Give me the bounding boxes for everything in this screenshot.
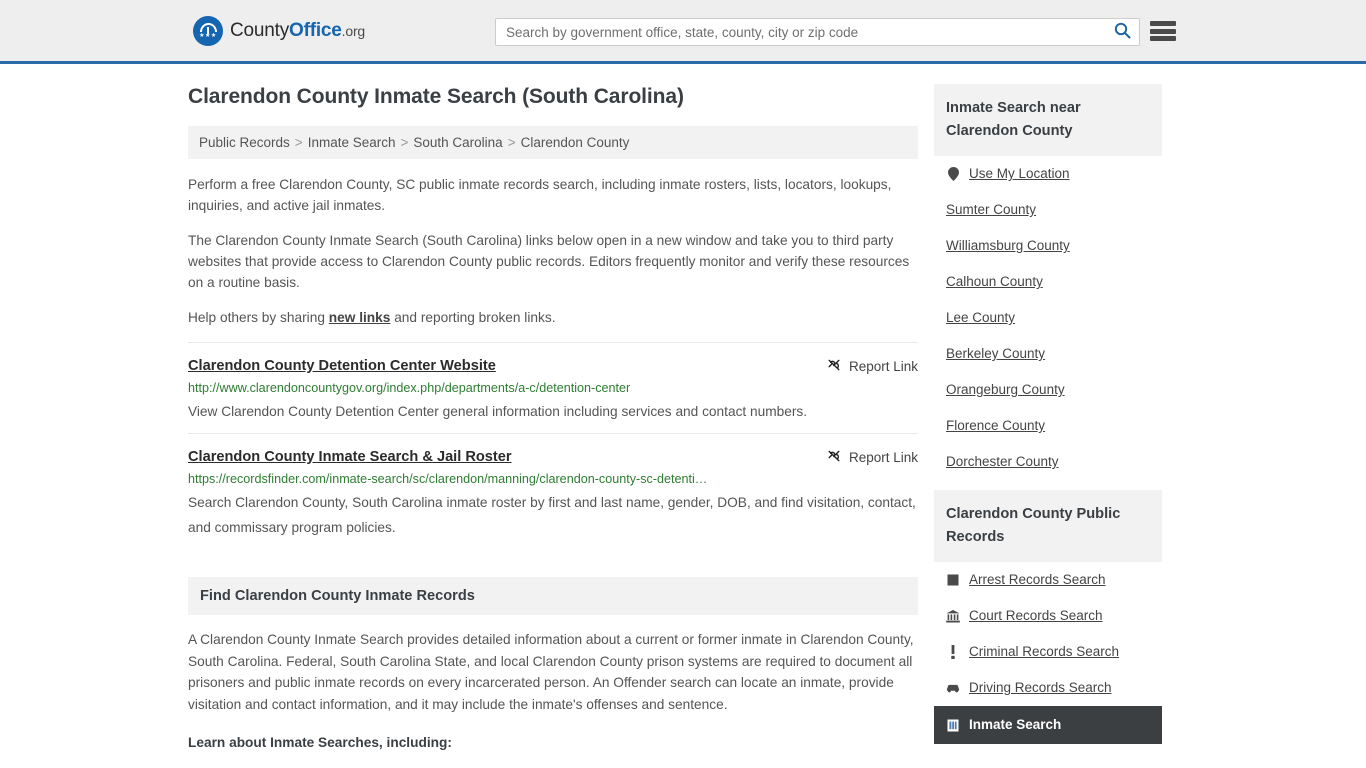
- search-button[interactable]: [1105, 19, 1139, 45]
- page-title: Clarendon County Inmate Search (South Ca…: [188, 85, 684, 108]
- sidebar-link[interactable]: Calhoun County: [946, 272, 1043, 292]
- sidebar-near-heading: Inmate Search near Clarendon County: [934, 84, 1162, 156]
- page-body: Clarendon County Inmate Search (South Ca…: [0, 64, 1366, 768]
- report-link-button[interactable]: Report Link: [826, 356, 918, 376]
- sidebar-near-box: Inmate Search near Clarendon County Use …: [934, 84, 1162, 480]
- learn-about-heading: Learn about Inmate Searches, including:: [188, 735, 452, 750]
- sidebar-link[interactable]: Driving Records Search: [969, 678, 1112, 698]
- sidebar-item-inmate-search[interactable]: Inmate Search: [934, 706, 1162, 744]
- report-link-label: Report Link: [848, 359, 918, 374]
- sidebar-item-calhoun-county[interactable]: Calhoun County: [934, 264, 1162, 300]
- share-text-before: Help others by sharing: [188, 310, 329, 325]
- search-bar: [495, 18, 1140, 46]
- breadcrumb-item-1[interactable]: Inmate Search: [308, 135, 396, 150]
- result-item: Clarendon County Detention Center Websit…: [188, 342, 918, 433]
- main-content: Clarendon County Inmate Search (South Ca…: [188, 84, 918, 768]
- sidebar-link[interactable]: Court Records Search: [969, 606, 1103, 626]
- eagle-shield-icon: ★★★: [193, 15, 223, 46]
- car-icon: [946, 681, 960, 696]
- breadcrumb-item-2[interactable]: South Carolina: [413, 135, 502, 150]
- map-pin-icon: [946, 167, 960, 182]
- result-url: https://recordsfinder.com/inmate-search/…: [188, 472, 708, 486]
- sidebar-public-records-box: Clarendon County Public Records Arrest R…: [934, 490, 1162, 744]
- sidebar-item-williamsburg-county[interactable]: Williamsburg County: [934, 228, 1162, 264]
- search-icon: [1114, 22, 1131, 42]
- sidebar-item-driving-records[interactable]: Driving Records Search: [934, 670, 1162, 706]
- find-records-heading: Find Clarendon County Inmate Records: [188, 577, 918, 615]
- broken-link-icon: [826, 448, 842, 467]
- intro-paragraph-2: The Clarendon County Inmate Search (Sout…: [188, 233, 910, 290]
- share-text-after: and reporting broken links.: [390, 310, 556, 325]
- learn-about-list: How to locate an inmate in Clarendon Cou…: [188, 764, 918, 768]
- intro-paragraph-3: Help others by sharing new links and rep…: [188, 307, 918, 328]
- intro-paragraph-1: Perform a free Clarendon County, SC publ…: [188, 177, 892, 213]
- result-url: http://www.clarendoncountygov.org/index.…: [188, 381, 631, 395]
- sidebar-link[interactable]: Orangeburg County: [946, 380, 1065, 400]
- breadcrumb-separator: >: [294, 135, 303, 150]
- breadcrumb-item-3[interactable]: Clarendon County: [521, 135, 630, 150]
- new-links-link[interactable]: new links: [329, 310, 391, 325]
- sidebar-item-court-records[interactable]: Court Records Search: [934, 598, 1162, 634]
- breadcrumb: Public Records > Inmate Search > South Carol…: [188, 126, 918, 159]
- sidebar-item-dorchester-county[interactable]: Dorchester County: [934, 444, 1162, 480]
- site-header: ★★★ CountyOffice.org: [0, 0, 1366, 64]
- sidebar-item-lee-county[interactable]: Lee County: [934, 300, 1162, 336]
- brand-wordmark: CountyOffice.org: [230, 20, 365, 42]
- sidebar-item-sumter-county[interactable]: Sumter County: [934, 192, 1162, 228]
- report-link-button[interactable]: Report Link: [826, 447, 918, 467]
- brand-text-office: Office: [289, 19, 342, 41]
- brand-text-county: County: [230, 19, 290, 41]
- result-item: Clarendon County Inmate Search & Jail Ro…: [188, 433, 918, 549]
- sidebar: Inmate Search near Clarendon County Use …: [934, 84, 1162, 768]
- list-item: How to locate an inmate in Clarendon Cou…: [228, 764, 918, 768]
- sidebar-link[interactable]: Dorchester County: [946, 452, 1059, 472]
- inmate-icon: [946, 718, 960, 733]
- sidebar-item-criminal-records[interactable]: Criminal Records Search: [934, 634, 1162, 670]
- breadcrumb-item-0[interactable]: Public Records: [199, 135, 290, 150]
- sidebar-item-berkeley-county[interactable]: Berkeley County: [934, 336, 1162, 372]
- sidebar-link[interactable]: Williamsburg County: [946, 236, 1070, 256]
- fingerprint-icon: [946, 573, 960, 588]
- sidebar-item-arrest-records[interactable]: Arrest Records Search: [934, 562, 1162, 598]
- breadcrumb-separator: >: [507, 135, 516, 150]
- sidebar-link[interactable]: Lee County: [946, 308, 1015, 328]
- find-records-body: A Clarendon County Inmate Search provide…: [188, 629, 918, 768]
- search-input[interactable]: [496, 19, 1105, 45]
- result-title-link[interactable]: Clarendon County Detention Center Websit…: [188, 356, 496, 376]
- site-logo[interactable]: ★★★ CountyOffice.org: [193, 15, 365, 46]
- sidebar-item-use-my-location[interactable]: Use My Location: [934, 156, 1162, 192]
- find-records-paragraph: A Clarendon County Inmate Search provide…: [188, 632, 914, 712]
- result-title-link[interactable]: Clarendon County Inmate Search & Jail Ro…: [188, 447, 512, 467]
- sidebar-link[interactable]: Inmate Search: [969, 715, 1061, 735]
- sidebar-link[interactable]: Criminal Records Search: [969, 642, 1119, 662]
- sidebar-link[interactable]: Sumter County: [946, 200, 1036, 220]
- intro-text: Perform a free Clarendon County, SC publ…: [188, 174, 918, 328]
- report-link-label: Report Link: [848, 450, 918, 465]
- broken-link-icon: [826, 357, 842, 376]
- breadcrumb-separator: >: [400, 135, 409, 150]
- sidebar-link[interactable]: Arrest Records Search: [969, 570, 1106, 590]
- result-description: Search Clarendon County, South Carolina …: [188, 495, 916, 535]
- sidebar-near-list: Use My Location Sumter County Williamsbu…: [934, 156, 1162, 480]
- courthouse-icon: [946, 609, 960, 624]
- sidebar-link[interactable]: Berkeley County: [946, 344, 1045, 364]
- hamburger-menu-icon[interactable]: [1150, 19, 1176, 43]
- sidebar-link[interactable]: Use My Location: [969, 164, 1070, 184]
- exclamation-icon: [946, 645, 960, 660]
- sidebar-public-records-heading: Clarendon County Public Records: [934, 490, 1162, 562]
- sidebar-item-florence-county[interactable]: Florence County: [934, 408, 1162, 444]
- brand-text-org: .org: [341, 22, 366, 39]
- result-description: View Clarendon County Detention Center g…: [188, 404, 808, 419]
- sidebar-link[interactable]: Florence County: [946, 416, 1045, 436]
- sidebar-public-records-list: Arrest Records Search Court Records Sear…: [934, 562, 1162, 744]
- sidebar-item-orangeburg-county[interactable]: Orangeburg County: [934, 372, 1162, 408]
